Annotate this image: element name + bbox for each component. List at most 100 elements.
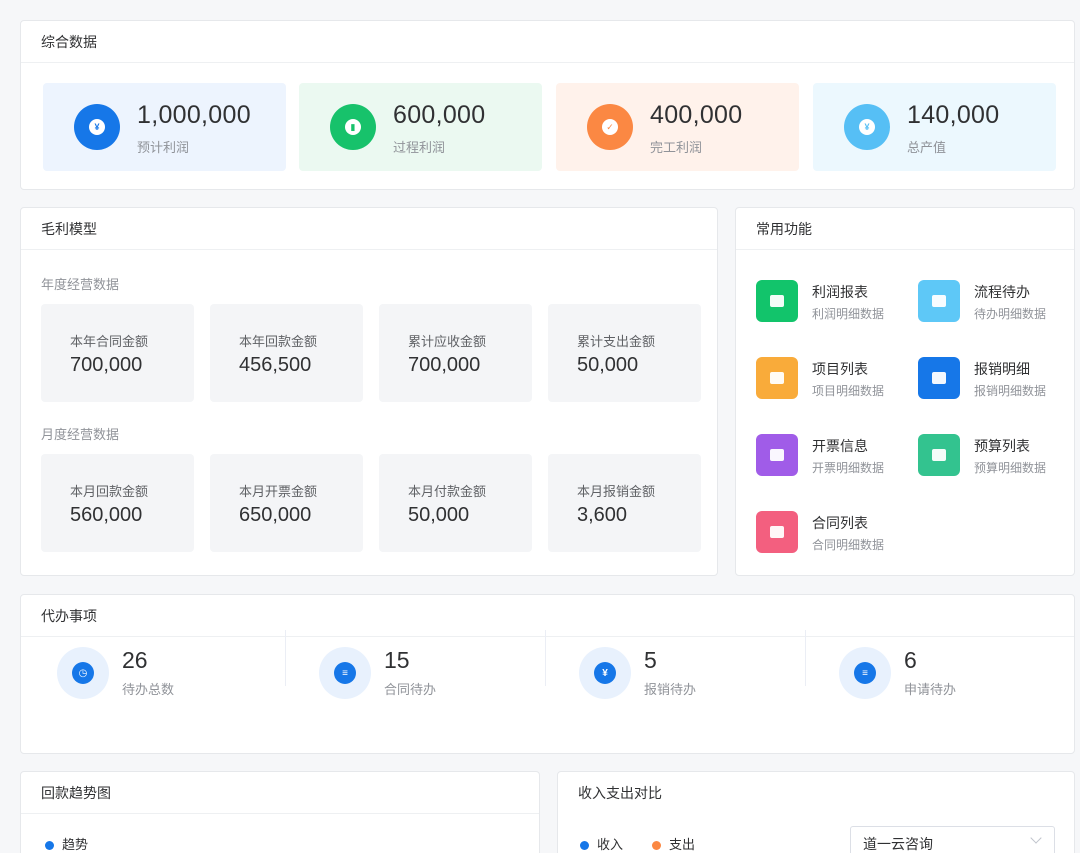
function-subtitle: 预算明细数据	[974, 461, 1047, 475]
stat-label: 本年回款金额	[239, 334, 318, 349]
function-subtitle: 利润明细数据	[812, 307, 885, 321]
legend-income[interactable]: 收入	[580, 834, 623, 853]
divider	[805, 630, 806, 686]
summary-label: 完工利润	[650, 140, 703, 155]
company-select-value: 道一云咨询	[863, 836, 933, 852]
compass-icon	[918, 280, 960, 322]
todo-label: 报销待办	[644, 682, 697, 697]
annual-section-label: 年度经营数据	[41, 277, 120, 292]
trend-legend-label: 趋势	[62, 837, 89, 852]
todo-item[interactable]: ¥5 报销待办	[579, 635, 809, 715]
summary-value: 600,000	[393, 101, 486, 129]
stat-box-annual: 本年合同金额 700,000	[41, 304, 194, 402]
document-icon: ≡	[839, 647, 891, 699]
icon-glyph: ▮	[345, 119, 361, 135]
function-title: 预算列表	[974, 438, 1030, 454]
icon-glyph: ¥	[594, 662, 616, 684]
function-title: 项目列表	[812, 361, 868, 377]
functions-card: 常用功能 利润报表 利润明细数据 流程待办 待办明细数据 项目列表 项目明细数据 报销明细报…	[735, 207, 1075, 576]
legend-dot-icon	[580, 841, 589, 851]
summary-label: 预计利润	[137, 140, 190, 155]
gross-model-title: 毛利模型	[21, 208, 717, 250]
stat-label: 累计应收金额	[408, 334, 487, 349]
stat-label: 本月开票金额	[239, 484, 318, 499]
stat-value: 50,000	[577, 354, 639, 376]
icon-glyph	[770, 449, 784, 461]
icon-glyph: ◷	[72, 662, 94, 684]
todo-label: 待办总数	[122, 682, 175, 697]
summary-value: 1,000,000	[137, 101, 251, 129]
trend-title: 回款趋势图	[21, 772, 539, 814]
todo-item[interactable]: ≡ 15 合同待办	[319, 635, 549, 715]
document-icon	[756, 357, 798, 399]
columns-icon	[756, 434, 798, 476]
todo-count: 6	[904, 647, 917, 673]
stat-value: 3,600	[577, 504, 628, 526]
summary-label: 总产值	[907, 140, 947, 155]
stat-value: 650,000	[239, 504, 312, 526]
check-icon: ✓	[587, 104, 633, 150]
todo-card: 代办事项 ◷ 26 待办总数 ≡ 15 合同待办 ¥5 报销待办 ≡ 6 申请待办	[20, 594, 1075, 754]
summary-title: 综合数据	[21, 21, 1074, 63]
stat-box-annual: 累计支出金额 50,000	[548, 304, 701, 402]
summary-value: 400,000	[650, 101, 743, 129]
todo-item[interactable]: ≡ 6 申请待办	[839, 635, 1069, 715]
function-item[interactable]: 合同列表合同明细数据	[756, 511, 906, 555]
legend-dot-icon	[652, 841, 661, 851]
icon-glyph: ¥	[859, 119, 875, 135]
company-select[interactable]: 道一云咨询	[850, 826, 1055, 853]
bar-chart-icon: ▮	[330, 104, 376, 150]
stat-box-annual: 累计应收金额 700,000	[379, 304, 532, 402]
yen-icon: ¥	[74, 104, 120, 150]
yen-icon: ¥	[579, 647, 631, 699]
trend-card: 回款趋势图 趋势	[20, 771, 540, 853]
summary-label: 过程利润	[393, 140, 446, 155]
function-item[interactable]: 预算列表预算明细数据	[918, 434, 1068, 478]
function-title: 报销明细	[974, 361, 1030, 377]
trend-chart-icon	[756, 280, 798, 322]
summary-card: 综合数据 ¥1,000,000 预计利润 ▮ 600,000 过程利润 ✓ 400,000 完…	[20, 20, 1075, 190]
function-item[interactable]: 开票信息开票明细数据	[756, 434, 906, 478]
summary-tile: ▮ 600,000 过程利润	[299, 83, 542, 171]
legend-expense-label: 支出	[669, 837, 696, 852]
icon-glyph: ≡	[334, 662, 356, 684]
stat-label: 本年合同金额	[70, 334, 149, 349]
user-icon	[756, 511, 798, 553]
function-item[interactable]: 项目列表 项目明细数据	[756, 357, 906, 401]
todo-count: 15	[384, 647, 410, 673]
stat-box-monthly: 本月报销金额 3,600	[548, 454, 701, 552]
stat-value: 456,500	[239, 354, 312, 376]
yen-icon: ¥	[844, 104, 890, 150]
chevron-down-icon	[1030, 832, 1042, 844]
legend-expense[interactable]: 支出	[652, 834, 695, 853]
function-item[interactable]: 报销明细 报销明细数据	[918, 357, 1068, 401]
summary-tile: ✓ 400,000 完工利润	[556, 83, 799, 171]
function-item[interactable]: 利润报表 利润明细数据	[756, 280, 906, 324]
clock-icon: ◷	[57, 647, 109, 699]
stat-value: 700,000	[70, 354, 143, 376]
stat-label: 累计支出金额	[577, 334, 656, 349]
compare-title: 收入支出对比	[578, 785, 662, 801]
clipboard-icon: ≡	[319, 647, 371, 699]
summary-tile: ¥1,000,000 预计利润	[43, 83, 286, 171]
monthly-section-label: 月度经营数据	[41, 427, 120, 442]
stat-box-annual: 本年回款金额 456,500	[210, 304, 363, 402]
stat-box-monthly: 本月回款金额 560,000	[41, 454, 194, 552]
stat-box-monthly: 本月开票金额 650,000	[210, 454, 363, 552]
todo-count: 26	[122, 647, 148, 673]
function-item[interactable]: 流程待办 待办明细数据	[918, 280, 1068, 324]
stat-value: 700,000	[408, 354, 481, 376]
function-subtitle: 合同明细数据	[812, 538, 885, 552]
stat-value: 560,000	[70, 504, 143, 526]
summary-value: 140,000	[907, 101, 1000, 129]
function-title: 合同列表	[812, 515, 868, 531]
function-subtitle: 开票明细数据	[812, 461, 885, 475]
trend-legend[interactable]: 趋势	[45, 834, 88, 853]
stat-label: 本月报销金额	[577, 484, 656, 499]
clipboard-icon	[918, 434, 960, 476]
function-title: 开票信息	[812, 438, 868, 454]
stat-label: 本月付款金额	[408, 484, 487, 499]
stat-box-monthly: 本月付款金额 50,000	[379, 454, 532, 552]
icon-glyph: ¥	[89, 119, 105, 135]
todo-item[interactable]: ◷ 26 待办总数	[57, 635, 287, 715]
